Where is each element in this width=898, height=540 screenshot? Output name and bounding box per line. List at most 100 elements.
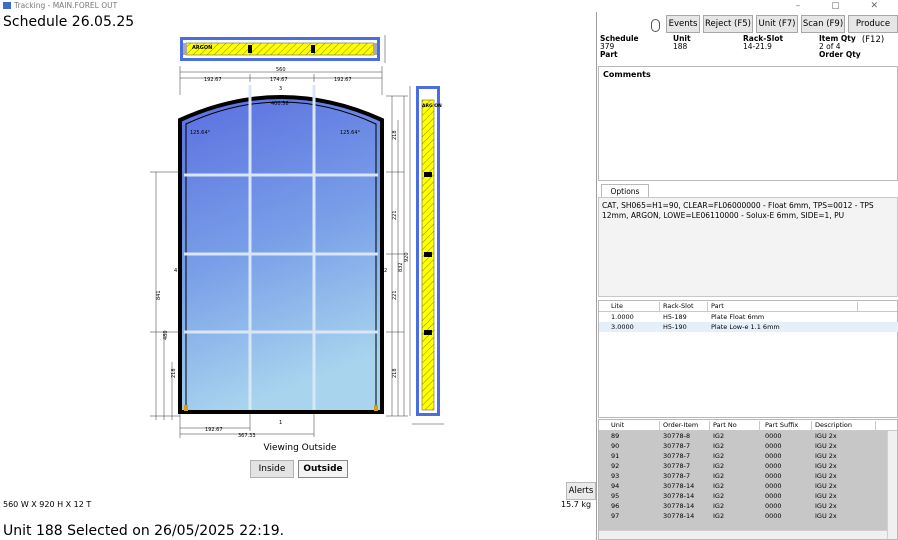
row-part: IG2 xyxy=(713,482,725,490)
alerts-button[interactable]: Alerts xyxy=(566,482,596,500)
lites-header: Lite Rack-Slot Part xyxy=(599,301,897,312)
row-order: 30778-8 xyxy=(663,432,691,440)
row-suffix: 0000 xyxy=(765,442,782,450)
col-unit[interactable]: Unit xyxy=(611,420,624,430)
lites-table: Lite Rack-Slot Part 1.0000 H5-189 Plate … xyxy=(598,300,898,418)
right-total-dim-2: 832 xyxy=(398,262,404,272)
col-lite[interactable]: Lite xyxy=(611,301,623,311)
top-section-label: ARGON xyxy=(192,45,212,51)
rack-value: 14-21.9 xyxy=(743,42,772,51)
outside-view-button[interactable]: Outside xyxy=(298,460,348,478)
upper-seg-2: 174.67 xyxy=(270,77,288,83)
row-unit: 95 xyxy=(611,492,620,500)
col-rack-slot[interactable]: Rack-Slot xyxy=(663,301,694,311)
lite-part: Plate Low-e 1.1 6mm xyxy=(711,323,780,331)
col-part-suffix[interactable]: Part Suffix xyxy=(765,420,798,430)
unit-value: 188 xyxy=(673,42,688,51)
row-unit: 91 xyxy=(611,452,620,460)
lite-row[interactable]: 1.0000 H5-189 Plate Float 6mm xyxy=(599,312,898,322)
comments-label: Comments xyxy=(603,70,651,79)
row-suffix: 0000 xyxy=(765,462,782,470)
row-unit: 94 xyxy=(611,482,620,490)
unit-field: Unit 188 xyxy=(673,35,691,51)
col-part[interactable]: Part xyxy=(711,301,724,311)
part-label: Part xyxy=(600,50,618,59)
bottom-dim-2: 367.33 xyxy=(238,433,256,439)
upper-seg-3: 192.67 xyxy=(334,77,352,83)
left-side-marker: 4 xyxy=(174,268,177,274)
events-button[interactable]: Events xyxy=(666,15,700,33)
row-part: IG2 xyxy=(713,502,725,510)
row-desc: IGU 2x xyxy=(815,462,837,470)
row-desc: IGU 2x xyxy=(815,492,837,500)
comments-box[interactable] xyxy=(598,66,898,181)
row-desc: IGU 2x xyxy=(815,452,837,460)
produce-button[interactable]: Produce (F12) xyxy=(848,15,898,45)
table-row[interactable]: 96 30778-14 IG2 0000 IGU 2x xyxy=(599,501,889,511)
arc-length-label: 400.56 xyxy=(271,101,289,107)
right-panel: Events Reject (F5) Unit (F7) Scan (F9) P… xyxy=(596,12,898,540)
row-unit: 97 xyxy=(611,512,620,520)
row-suffix: 0000 xyxy=(765,472,782,480)
left-dimensions xyxy=(150,171,180,420)
row-suffix: 0000 xyxy=(765,502,782,510)
row-order: 30778-7 xyxy=(663,442,691,450)
table-row[interactable]: 90 30778-7 IG2 0000 IGU 2x xyxy=(599,441,889,451)
col-description[interactable]: Description xyxy=(815,420,852,430)
table-row[interactable]: 92 30778-7 IG2 0000 IGU 2x xyxy=(599,461,889,471)
window-controls[interactable]: – ▢ ✕ xyxy=(796,0,892,12)
status-message: Unit 188 Selected on 26/05/2025 22:19. xyxy=(3,523,285,539)
paperclip-icon[interactable] xyxy=(651,19,660,32)
viewing-label: Viewing Outside xyxy=(263,443,337,453)
lite-part: Plate Float 6mm xyxy=(711,313,765,321)
side-section-label: ARG ON xyxy=(422,103,442,109)
col-order-item[interactable]: Order-Item xyxy=(663,420,698,430)
row-order: 30778-7 xyxy=(663,452,691,460)
unit-weight: 15.7 kg xyxy=(561,500,592,509)
table-row[interactable]: 93 30778-7 IG2 0000 IGU 2x xyxy=(599,471,889,481)
right-side-marker: 2 xyxy=(384,268,387,274)
col-part-no[interactable]: Part No xyxy=(713,420,737,430)
table-row[interactable]: 94 30778-14 IG2 0000 IGU 2x xyxy=(599,481,889,491)
tab-options[interactable]: Options xyxy=(601,184,649,198)
row-order: 30778-14 xyxy=(663,502,695,510)
right-total-dim: 920 xyxy=(404,252,410,262)
unit-drawing: ARGON 560 192.67 174.67 192.67 3 400.56 … xyxy=(150,35,444,439)
units-vertical-scrollbar[interactable] xyxy=(887,431,897,539)
corner-angle-left: 125.64° xyxy=(190,130,210,136)
upper-seg-1: 192.67 xyxy=(204,77,222,83)
row-part: IG2 xyxy=(713,492,725,500)
unit-button[interactable]: Unit (F7) xyxy=(756,15,798,33)
reject-button[interactable]: Reject (F5) xyxy=(703,15,753,33)
row-suffix: 0000 xyxy=(765,432,782,440)
row-part: IG2 xyxy=(713,452,725,460)
row-desc: IGU 2x xyxy=(815,432,837,440)
inside-view-button[interactable]: Inside xyxy=(250,460,294,478)
row-unit: 90 xyxy=(611,442,620,450)
overall-width-dim: 560 xyxy=(276,67,286,73)
item-qty-field: Item Qty 2 of 4 Order Qty xyxy=(819,35,861,59)
units-horizontal-scrollbar[interactable] xyxy=(599,530,887,539)
table-row[interactable]: 91 30778-7 IG2 0000 IGU 2x xyxy=(599,451,889,461)
left-dim-3: 218 xyxy=(171,368,177,378)
lite-rack: H5-190 xyxy=(663,323,687,331)
right-dim-4: 218 xyxy=(392,368,398,378)
row-desc: IGU 2x xyxy=(815,442,837,450)
right-dim-3: 221 xyxy=(392,290,398,300)
unit-dimensions: 560 W X 920 H X 12 T xyxy=(3,500,92,509)
lite-row[interactable]: 3.0000 H5-190 Plate Low-e 1.1 6mm xyxy=(599,322,898,332)
table-row[interactable]: 97 30778-14 IG2 0000 IGU 2x xyxy=(599,511,889,521)
units-table: Unit Order-Item Part No Part Suffix Desc… xyxy=(598,419,898,540)
right-dim-1: 218 xyxy=(392,130,398,140)
scan-button[interactable]: Scan (F9) xyxy=(801,15,845,33)
row-suffix: 0000 xyxy=(765,512,782,520)
table-row[interactable]: 95 30778-14 IG2 0000 IGU 2x xyxy=(599,491,889,501)
lite-value: 1.0000 xyxy=(611,313,634,321)
row-order: 30778-14 xyxy=(663,512,695,520)
row-suffix: 0000 xyxy=(765,452,782,460)
row-suffix: 0000 xyxy=(765,492,782,500)
row-part: IG2 xyxy=(713,472,725,480)
row-part: IG2 xyxy=(713,512,725,520)
table-row[interactable]: 89 30778-8 IG2 0000 IGU 2x xyxy=(599,431,889,441)
row-part: IG2 xyxy=(713,462,725,470)
